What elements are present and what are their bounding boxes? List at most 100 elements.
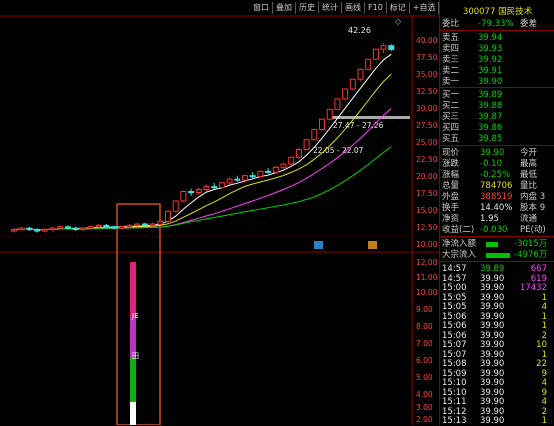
divider: [440, 145, 554, 146]
ma5-line: [13, 53, 392, 231]
tick-volume: 10: [536, 340, 547, 350]
price-tick: 35.00: [416, 70, 438, 79]
candle[interactable]: [388, 44, 395, 51]
stat-label-2: 内盘 3: [520, 192, 546, 202]
candle[interactable]: [295, 148, 302, 159]
candle-body: [311, 129, 318, 141]
tick-price: 39.90: [480, 321, 505, 331]
candle-body: [34, 229, 41, 232]
candle-body: [218, 182, 225, 189]
price-tick: 40.00: [416, 36, 438, 45]
candle-body: [288, 156, 295, 165]
flow-bar: [486, 242, 498, 247]
candle-body: [26, 227, 33, 231]
candle[interactable]: [80, 226, 87, 231]
candle[interactable]: [218, 181, 225, 189]
candle-body: [380, 45, 387, 50]
weibi-label: 委比: [442, 19, 460, 29]
stat-row: 外盘 388519 内盘 3: [440, 192, 554, 202]
candle[interactable]: [49, 226, 56, 231]
candle[interactable]: [357, 68, 364, 81]
candle[interactable]: [165, 210, 171, 223]
ask-label: 卖二: [442, 66, 460, 76]
candle[interactable]: [280, 162, 287, 169]
candle[interactable]: [365, 58, 372, 71]
candle[interactable]: [334, 98, 341, 110]
candle[interactable]: [349, 78, 356, 91]
stat-value: -0.10: [480, 159, 502, 169]
candle[interactable]: [26, 226, 33, 231]
ask-price: 39.92: [478, 55, 503, 65]
candle[interactable]: [18, 226, 25, 231]
candle[interactable]: [326, 108, 333, 121]
event-tag-orange[interactable]: [368, 241, 377, 249]
stat-label-2: 今开: [520, 148, 538, 158]
candle[interactable]: [342, 88, 349, 100]
tick-volume: 4: [541, 397, 547, 407]
price-chart[interactable]: JE 田 42.26 27.47 - 27.26 22.05 - 22.07 ◇…: [0, 0, 439, 425]
sub-tick: 5.00: [416, 373, 433, 382]
bid-price: 39.85: [478, 134, 503, 144]
bid-label: 买五: [442, 134, 460, 144]
price-tick: 20.00: [416, 172, 438, 181]
stat-label-2: PE(动): [520, 225, 546, 235]
tick-row: 15:12 39.90 2: [440, 407, 554, 417]
candle[interactable]: [303, 139, 310, 151]
candle[interactable]: [72, 226, 79, 231]
sub-axis: 12.00 11.00 10.00 9.00 8.00 7.00 6.00 5.…: [416, 258, 438, 424]
event-tag-blue[interactable]: [314, 241, 323, 249]
candle[interactable]: [288, 156, 295, 165]
candle[interactable]: [111, 225, 118, 230]
candle[interactable]: [41, 228, 48, 233]
candle[interactable]: [249, 172, 256, 179]
tick-time: 15:07: [442, 349, 467, 360]
tick-time: 15:10: [442, 387, 467, 398]
stat-label-2: 股本 9: [520, 203, 546, 213]
candle[interactable]: [195, 187, 202, 195]
tick-volume: 2: [541, 330, 547, 341]
tick-row: 15:07 39.90 10: [440, 340, 554, 350]
candle-body: [372, 48, 379, 60]
candle[interactable]: [118, 225, 125, 230]
candle[interactable]: [34, 228, 41, 233]
candle-body: [195, 189, 202, 194]
breakout-highlight-box: [116, 203, 161, 425]
tick-volume: 619: [530, 273, 547, 284]
sub-tick: 9.00: [416, 305, 433, 314]
candle-body: [257, 170, 264, 178]
candle-body: [188, 191, 195, 194]
candle[interactable]: [226, 177, 233, 185]
candle[interactable]: [172, 200, 179, 213]
bid-label: 买一: [442, 90, 460, 100]
candle-body: [165, 210, 171, 222]
bid-price: 39.87: [478, 112, 503, 122]
candle[interactable]: [180, 190, 187, 203]
moving-averages: [13, 53, 392, 231]
candle[interactable]: [265, 168, 272, 174]
tick-price: 39.90: [480, 397, 505, 407]
candle[interactable]: [211, 182, 218, 190]
candle-body: [80, 227, 87, 231]
tick-time: 15:07: [442, 340, 467, 350]
ask-label: 卖三: [442, 55, 460, 65]
candle[interactable]: [234, 175, 241, 182]
stat-label: 现价: [442, 148, 460, 158]
candle[interactable]: [11, 228, 17, 233]
candle[interactable]: [272, 165, 279, 174]
candle[interactable]: [203, 184, 210, 192]
candle[interactable]: [319, 118, 325, 131]
candle[interactable]: [380, 43, 387, 54]
tick-volume: 1: [541, 292, 547, 303]
tick-price: 39.89: [480, 264, 505, 274]
tick-time: 15:10: [442, 378, 467, 388]
ask-price: 39.91: [478, 66, 503, 76]
candle[interactable]: [242, 174, 248, 181]
stat-value: -0.25%: [480, 170, 511, 180]
candle[interactable]: [311, 128, 318, 141]
candle[interactable]: [372, 48, 379, 61]
tick-row: 15:10 39.90 9: [440, 388, 554, 398]
candle-body: [234, 178, 241, 181]
candle[interactable]: [257, 170, 264, 178]
candle[interactable]: [188, 188, 195, 196]
tick-row: 15:09 39.90 9: [440, 369, 554, 379]
